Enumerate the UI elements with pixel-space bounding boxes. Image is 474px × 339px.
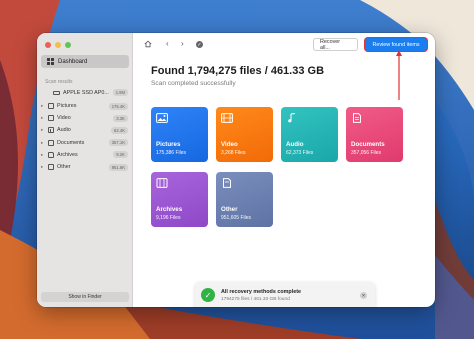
video-icon bbox=[48, 115, 54, 122]
close-icon[interactable]: ✕ bbox=[360, 292, 367, 299]
image-icon bbox=[156, 113, 168, 123]
page-subtitle: Scan completed successfully bbox=[151, 80, 236, 87]
sidebar-item-label: Dashboard bbox=[58, 58, 88, 65]
document-icon bbox=[353, 113, 361, 123]
back-arrow-icon[interactable]: ‹ bbox=[166, 40, 169, 48]
notification-subtitle: 1794275 files / 461.33 GB found bbox=[221, 297, 290, 302]
forward-arrow-icon[interactable]: › bbox=[181, 40, 184, 48]
dashboard-icon bbox=[47, 58, 54, 65]
sidebar-item-archives[interactable]: ▸ Archives 9.2K bbox=[41, 149, 128, 161]
card-other[interactable]: Other 951,605 Files bbox=[216, 172, 273, 227]
sidebar-item-other[interactable]: ▸ Other 951.6K bbox=[41, 161, 128, 173]
count-badge: 175.4K bbox=[108, 102, 128, 110]
sidebar-item-dashboard[interactable]: Dashboard bbox=[41, 55, 129, 68]
card-count: 62,373 Files bbox=[286, 150, 314, 156]
archive-icon bbox=[156, 178, 168, 188]
home-icon[interactable] bbox=[144, 40, 152, 48]
count-badge: 9.2K bbox=[113, 151, 128, 159]
music-icon bbox=[48, 127, 54, 134]
sidebar: Dashboard Scan results APPLE SSD AP0... … bbox=[37, 33, 133, 307]
card-audio[interactable]: Audio 62,373 Files bbox=[281, 107, 338, 162]
card-label: Audio bbox=[286, 141, 304, 148]
chevron-right-icon[interactable]: ▸ bbox=[41, 115, 45, 121]
chevron-right-icon[interactable]: ▸ bbox=[41, 152, 45, 158]
card-video[interactable]: Video 3,268 Files bbox=[216, 107, 273, 162]
window-controls bbox=[45, 42, 71, 48]
card-pictures[interactable]: Pictures 175,386 Files bbox=[151, 107, 208, 162]
scan-results-heading: Scan results bbox=[45, 79, 73, 85]
sidebar-item-label: Documents bbox=[57, 139, 85, 146]
chevron-right-icon[interactable]: ▸ bbox=[41, 103, 45, 109]
count-badge: 357.1K bbox=[108, 139, 128, 147]
chevron-right-icon[interactable]: ▸ bbox=[41, 127, 45, 133]
toolbar: ‹ › ✓ Recover all... Review found items bbox=[133, 33, 435, 56]
page-title: Found 1,794,275 files / 461.33 GB bbox=[151, 65, 325, 77]
notification-title: All recovery methods complete bbox=[221, 289, 301, 295]
sidebar-item-label: Audio bbox=[57, 127, 71, 134]
image-icon bbox=[48, 103, 54, 110]
close-window-button[interactable] bbox=[45, 42, 51, 48]
card-label: Other bbox=[221, 206, 238, 213]
archive-icon bbox=[48, 151, 54, 158]
checkmark-icon: ✓ bbox=[201, 288, 215, 302]
file-icon bbox=[48, 164, 54, 171]
count-badge: 62.4K bbox=[111, 126, 128, 134]
sidebar-item-audio[interactable]: ▸ Audio 62.4K bbox=[41, 124, 128, 136]
sidebar-item-label: Other bbox=[57, 164, 71, 171]
sidebar-item-label: Video bbox=[57, 115, 71, 122]
check-status-icon[interactable]: ✓ bbox=[196, 41, 203, 48]
chevron-right-icon[interactable]: ▸ bbox=[41, 164, 45, 170]
video-icon bbox=[221, 113, 233, 123]
card-archives[interactable]: Archives 9,196 Files bbox=[151, 172, 208, 227]
main-content: Found 1,794,275 files / 461.33 GB Scan c… bbox=[133, 56, 435, 307]
recover-all-button[interactable]: Recover all... bbox=[313, 38, 358, 51]
count-badge: 1.9M bbox=[112, 89, 128, 96]
category-list: ▸ Pictures 175.4K ▸ Video 3.3K ▸ Audio 6… bbox=[41, 100, 128, 173]
count-badge: 3.3K bbox=[113, 114, 128, 122]
sidebar-item-documents[interactable]: ▸ Documents 357.1K bbox=[41, 137, 128, 149]
document-icon bbox=[48, 139, 54, 146]
recovery-complete-notification: ✓ All recovery methods complete 1794275 … bbox=[195, 282, 375, 307]
sidebar-item-label: Archives bbox=[57, 151, 78, 158]
card-label: Pictures bbox=[156, 141, 181, 148]
zoom-window-button[interactable] bbox=[65, 42, 71, 48]
card-documents[interactable]: Documents 357,056 Files bbox=[346, 107, 403, 162]
show-in-finder-button[interactable]: Show in Finder bbox=[41, 292, 129, 302]
sidebar-item-label: APPLE SSD AP0... bbox=[63, 89, 109, 96]
card-count: 175,386 Files bbox=[156, 150, 187, 156]
file-icon bbox=[223, 178, 231, 188]
sidebar-item-pictures[interactable]: ▸ Pictures 175.4K bbox=[41, 100, 128, 112]
count-badge: 951.6K bbox=[108, 163, 128, 171]
card-count: 9,196 Files bbox=[156, 215, 181, 221]
card-label: Video bbox=[221, 141, 238, 148]
card-label: Archives bbox=[156, 206, 183, 213]
card-count: 357,056 Files bbox=[351, 150, 382, 156]
minimize-window-button[interactable] bbox=[55, 42, 61, 48]
music-icon bbox=[288, 113, 296, 123]
chevron-right-icon[interactable]: ▸ bbox=[41, 140, 45, 146]
sidebar-item-label: Pictures bbox=[57, 103, 77, 110]
card-label: Documents bbox=[351, 141, 385, 148]
drive-icon bbox=[53, 90, 60, 95]
app-window: Dashboard Scan results APPLE SSD AP0... … bbox=[37, 33, 435, 307]
annotation-arrow bbox=[396, 50, 402, 100]
card-count: 3,268 Files bbox=[221, 150, 246, 156]
sidebar-item-video[interactable]: ▸ Video 3.3K bbox=[41, 112, 128, 124]
sidebar-item-drive[interactable]: APPLE SSD AP0... 1.9M bbox=[53, 88, 128, 97]
card-count: 951,605 Files bbox=[221, 215, 252, 221]
